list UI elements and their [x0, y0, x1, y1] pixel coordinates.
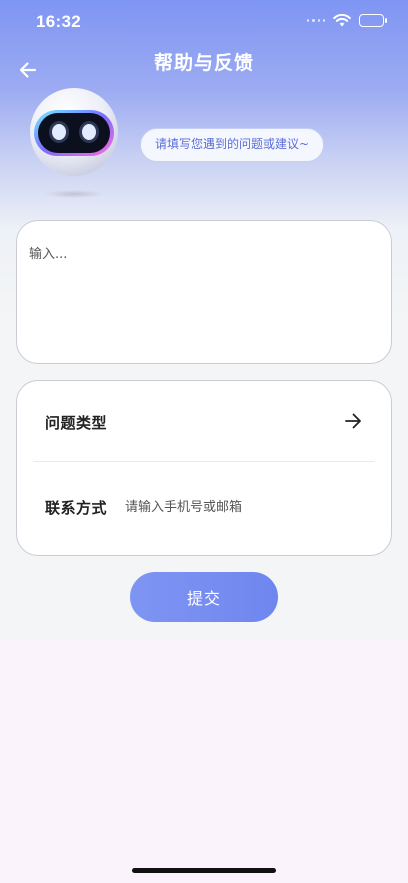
page-header: 帮助与反馈: [0, 44, 408, 84]
mascot-speech-bubble: 请填写您遇到的问题或建议~: [140, 128, 325, 162]
contact-row: 联系方式: [17, 462, 391, 556]
home-indicator: [132, 868, 276, 873]
feedback-card: [16, 220, 392, 364]
page-title: 帮助与反馈: [153, 52, 254, 74]
feedback-textarea[interactable]: [17, 221, 391, 363]
battery-icon: [359, 14, 387, 27]
contact-label: 联系方式: [45, 499, 108, 517]
contact-input[interactable]: [125, 492, 355, 522]
arrow-right-icon: [345, 413, 361, 429]
submit-button[interactable]: 提交: [130, 572, 278, 622]
issue-type-label: 问题类型: [45, 414, 108, 432]
issue-type-row[interactable]: 问题类型: [17, 381, 391, 461]
wifi-icon: [333, 14, 351, 27]
robot-mascot: [30, 88, 118, 198]
status-bar: 16:32: [0, 0, 408, 44]
status-icons: [307, 14, 387, 27]
form-card: 问题类型 联系方式: [16, 380, 392, 556]
status-time: 16:32: [36, 12, 81, 31]
cellular-dots-icon: [307, 16, 325, 26]
